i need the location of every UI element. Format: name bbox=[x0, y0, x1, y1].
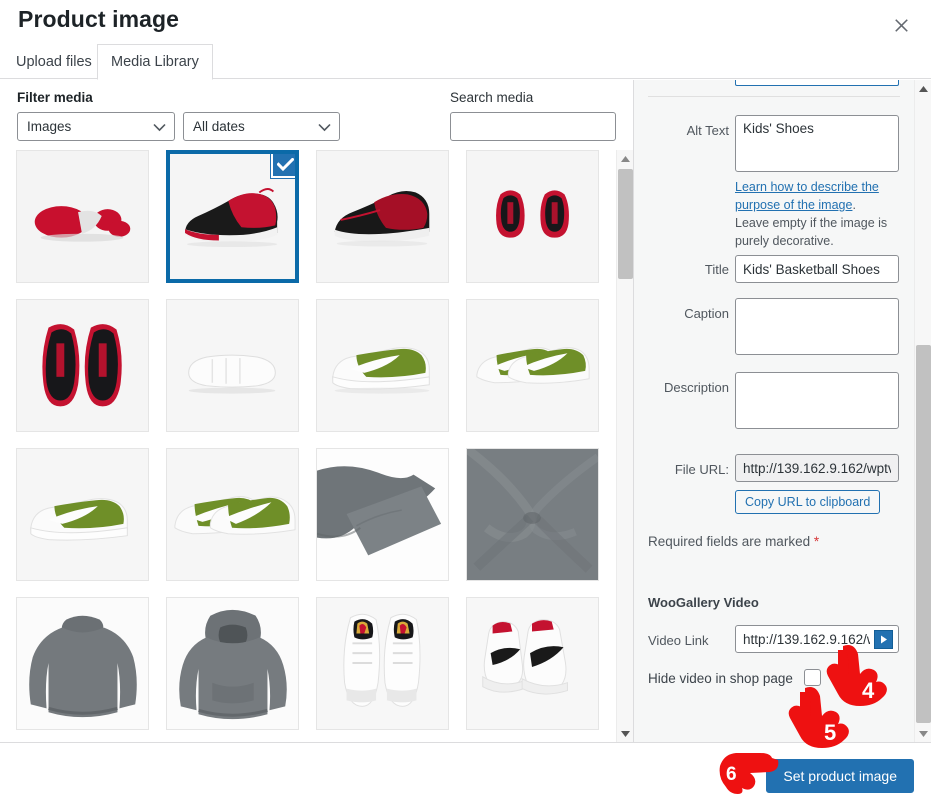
media-browser: Filter media Images All dates Search med… bbox=[0, 80, 633, 742]
file-url-label: File URL: bbox=[674, 462, 729, 477]
attachment-thumbnail[interactable] bbox=[16, 597, 149, 730]
gray-fabric-sleeve-art bbox=[317, 449, 448, 580]
attachment-thumbnail[interactable] bbox=[16, 448, 149, 581]
video-link-label: Video Link bbox=[648, 633, 709, 648]
green-dunk-pair-top-art bbox=[167, 449, 298, 580]
search-media-label: Search media bbox=[450, 90, 534, 105]
close-icon[interactable] bbox=[879, 4, 923, 46]
play-icon[interactable] bbox=[874, 629, 893, 649]
attachment-thumbnail[interactable] bbox=[466, 150, 599, 283]
search-input[interactable] bbox=[450, 112, 616, 141]
scroll-up-arrow-icon[interactable] bbox=[915, 80, 931, 97]
required-fields-text: Required fields are marked bbox=[648, 534, 814, 549]
title-label: Title bbox=[704, 262, 729, 277]
describe-image-link[interactable]: Learn how to describe the purpose of the… bbox=[735, 180, 879, 212]
details-panel-scrollbar[interactable] bbox=[914, 80, 931, 742]
red-black-shoes-pair-front-art bbox=[467, 151, 598, 282]
attachment-thumbnail[interactable] bbox=[166, 448, 299, 581]
green-white-dunk-pair-art bbox=[467, 300, 598, 431]
media-grid-scrollbar[interactable] bbox=[616, 150, 633, 742]
white-shoe-sole-art bbox=[167, 300, 298, 431]
media-type-select-value: Images bbox=[27, 119, 72, 134]
selected-check-icon bbox=[271, 154, 295, 178]
description-label: Description bbox=[663, 380, 729, 395]
page-title: Product image bbox=[18, 6, 180, 32]
attachment-thumbnail[interactable] bbox=[166, 597, 299, 730]
green-dunk-pair-angled-art bbox=[17, 449, 148, 580]
video-link-field[interactable] bbox=[736, 631, 874, 647]
title-field[interactable] bbox=[735, 255, 899, 283]
modal-footer: Set product image bbox=[0, 742, 931, 802]
scroll-down-arrow-icon[interactable] bbox=[915, 725, 931, 742]
attachment-thumbnail[interactable] bbox=[466, 597, 599, 730]
set-product-image-button[interactable]: Set product image bbox=[766, 759, 914, 793]
focused-field-above[interactable] bbox=[735, 80, 899, 86]
tab-upload-files[interactable]: Upload files bbox=[2, 44, 106, 79]
attachment-thumbnail[interactable] bbox=[466, 448, 599, 581]
attachment-thumbnail[interactable] bbox=[16, 299, 149, 432]
chevron-down-icon bbox=[318, 119, 331, 134]
scrollbar-thumb[interactable] bbox=[916, 345, 931, 723]
gray-hoodie-front-art bbox=[167, 598, 298, 729]
tab-media-library-label: Media Library bbox=[111, 54, 199, 70]
required-star: * bbox=[813, 534, 820, 549]
attachments-grid-region bbox=[0, 150, 633, 742]
hide-video-label: Hide video in shop page bbox=[648, 671, 793, 686]
chevron-down-icon bbox=[153, 119, 166, 134]
alt-text-field[interactable] bbox=[735, 115, 899, 172]
attachment-thumbnail[interactable] bbox=[316, 150, 449, 283]
filter-media-label: Filter media bbox=[17, 90, 93, 105]
file-url-field[interactable] bbox=[735, 454, 899, 482]
gray-hoodie-back-art bbox=[17, 598, 148, 729]
alt-text-label: Alt Text bbox=[686, 123, 729, 138]
caption-field[interactable] bbox=[735, 298, 899, 355]
panel-divider bbox=[648, 96, 900, 97]
hide-video-checkbox[interactable] bbox=[804, 669, 821, 686]
attachment-thumbnail[interactable] bbox=[316, 597, 449, 730]
media-type-select[interactable]: Images bbox=[17, 112, 175, 141]
alt-text-help: Learn how to describe the purpose of the… bbox=[735, 178, 893, 251]
video-link-field-wrap[interactable] bbox=[735, 625, 899, 653]
red-black-shoe-angled-art bbox=[317, 151, 448, 282]
modal-tabs: Upload files Media Library bbox=[0, 44, 931, 80]
attachment-thumbnail[interactable] bbox=[166, 299, 299, 432]
gray-fabric-swirl-art bbox=[467, 449, 598, 580]
media-date-select-value: All dates bbox=[193, 119, 245, 134]
caption-label: Caption bbox=[684, 306, 729, 321]
scroll-up-arrow-icon[interactable] bbox=[617, 150, 634, 167]
required-fields-note: Required fields are marked * bbox=[648, 534, 819, 549]
attachment-thumbnail[interactable] bbox=[466, 299, 599, 432]
red-black-shoes-top-view-art bbox=[17, 300, 148, 431]
green-white-dunk-side-art bbox=[317, 300, 448, 431]
red-shoe-sole-art bbox=[17, 151, 148, 282]
attachment-details-panel: Alt Text Learn how to describe the purpo… bbox=[633, 80, 931, 742]
scroll-down-arrow-icon[interactable] bbox=[617, 725, 634, 742]
attachment-thumbnail[interactable] bbox=[16, 150, 149, 283]
attachments-grid bbox=[16, 150, 616, 730]
tab-upload-files-label: Upload files bbox=[16, 54, 92, 70]
woogallery-video-heading: WooGallery Video bbox=[648, 595, 759, 610]
tab-media-library[interactable]: Media Library bbox=[97, 44, 213, 80]
scrollbar-thumb[interactable] bbox=[618, 169, 633, 279]
attachment-thumbnail[interactable] bbox=[316, 448, 449, 581]
copy-url-button[interactable]: Copy URL to clipboard bbox=[735, 490, 881, 514]
attachment-thumbnail-selected[interactable] bbox=[166, 150, 299, 283]
white-blazer-mid-pair-art bbox=[467, 598, 598, 729]
white-blazer-shoes-top-art bbox=[317, 598, 448, 729]
description-field[interactable] bbox=[735, 372, 899, 429]
attachment-thumbnail[interactable] bbox=[316, 299, 449, 432]
media-modal: Product image Upload files Media Library… bbox=[0, 0, 931, 802]
media-date-select[interactable]: All dates bbox=[183, 112, 340, 141]
